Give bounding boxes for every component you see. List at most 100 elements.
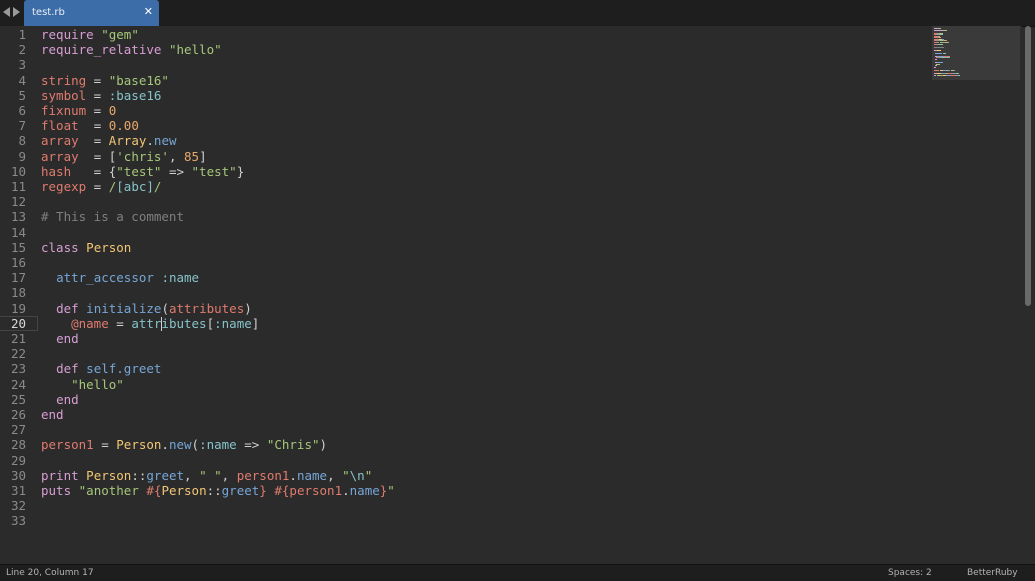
line-number: 27 xyxy=(10,422,26,438)
code-token: attr_accessor xyxy=(56,270,154,286)
close-icon[interactable]: ✕ xyxy=(144,5,153,18)
code-line: print Person::greet, " ", person1.name, … xyxy=(41,468,372,483)
code-token: . xyxy=(289,467,297,483)
line-number: 28 xyxy=(10,437,26,453)
code-line: "hello" xyxy=(41,377,124,392)
code-token: hash xyxy=(41,163,72,179)
code-token: :name xyxy=(199,437,237,453)
line-number: 7 xyxy=(18,118,26,134)
code-token: name xyxy=(296,467,328,483)
code-line: require_relative "hello" xyxy=(41,42,222,57)
code-token: #{ xyxy=(146,483,162,498)
vertical-scrollbar[interactable] xyxy=(1024,26,1034,564)
line-number: 24 xyxy=(10,376,26,392)
minimap-stroke xyxy=(942,43,944,45)
code-token: "Chris" xyxy=(266,437,320,453)
line-number: 30 xyxy=(10,467,26,483)
code-token: greet xyxy=(146,467,185,483)
code-token: . xyxy=(342,483,350,498)
code-token: array xyxy=(41,148,79,164)
minimap-stroke xyxy=(948,41,950,43)
code-token: ] xyxy=(251,315,260,331)
indentation-setting[interactable]: Spaces: 2 xyxy=(888,568,932,578)
code-token: [ xyxy=(206,315,215,331)
code-token: class xyxy=(41,239,79,255)
code-token: " xyxy=(387,483,395,498)
minimap-stroke xyxy=(954,69,956,71)
arrow-left-icon[interactable] xyxy=(3,7,10,17)
code-token: "another xyxy=(78,483,147,498)
line-number: 10 xyxy=(10,163,26,179)
arrow-right-icon[interactable] xyxy=(13,7,20,17)
code-line: puts "another #{Person::greet} #{person1… xyxy=(41,483,395,498)
line-number: 32 xyxy=(10,498,26,514)
code-line: end xyxy=(41,392,79,407)
code-token: self.greet xyxy=(86,361,162,377)
code-token: Array xyxy=(108,133,147,149)
code-token: "hello" xyxy=(168,42,222,58)
line-number: 6 xyxy=(18,103,26,118)
code-line: array = ['chris', 85] xyxy=(41,149,207,164)
line-number: 1 xyxy=(18,27,26,42)
tab-test-rb[interactable]: test.rb ✕ xyxy=(24,0,159,26)
minimap-stroke xyxy=(943,29,948,31)
code-token: "gem" xyxy=(101,27,139,42)
code-line: string = "base16" xyxy=(41,73,169,88)
code-token: :base16 xyxy=(108,87,162,103)
line-number: 8 xyxy=(18,133,26,149)
line-number: 33 xyxy=(10,513,26,529)
code-token: def xyxy=(56,361,79,377)
code-line: symbol = :base16 xyxy=(41,88,161,103)
code-line: hash = {"test" => "test"} xyxy=(41,164,244,179)
minimap-stroke xyxy=(937,49,941,51)
minimap-stroke xyxy=(935,52,943,54)
code-token: new xyxy=(168,437,192,453)
code-area[interactable]: require "gem" require_relative "hello" str… xyxy=(41,26,921,564)
code-token: Person xyxy=(161,483,207,498)
code-token: # This is a comment xyxy=(41,209,184,225)
line-number: 17 xyxy=(10,270,26,286)
line-number: 9 xyxy=(18,148,26,164)
code-token: Person xyxy=(86,467,132,483)
code-token: "base16" xyxy=(108,72,169,88)
code-line: float = 0.00 xyxy=(41,118,139,133)
code-line: person1 = Person.new(:name => "Chris") xyxy=(41,437,327,452)
line-number: 13 xyxy=(10,209,26,225)
cursor-position: Line 20, Column 17 xyxy=(6,568,94,578)
code-token: ( xyxy=(161,300,169,316)
code-token: " xyxy=(364,467,373,483)
code-token: = xyxy=(86,179,109,194)
code-line: end xyxy=(41,407,64,422)
syntax-selector[interactable]: BetterRuby xyxy=(967,568,1018,578)
line-number: 26 xyxy=(10,407,26,422)
code-token: Person xyxy=(116,437,162,453)
code-token: name xyxy=(349,483,380,498)
code-token: } xyxy=(236,163,245,179)
minimap-stroke xyxy=(934,46,945,48)
code-token: require xyxy=(41,27,94,42)
code-token: , xyxy=(327,467,343,483)
code-token: Person xyxy=(86,239,132,255)
code-editor[interactable]: 1 2 3 4 5 6 7 8 9 10 11 12 13 14 15 16 17 18 19 20 21 22 23 24 2… xyxy=(0,26,1031,564)
line-number: 15 xyxy=(10,239,26,255)
code-token: \n xyxy=(349,467,365,483)
scrollbar-thumb[interactable] xyxy=(1025,26,1031,306)
code-token: puts xyxy=(41,483,72,498)
code-line: attr_accessor :name xyxy=(41,270,199,285)
code-line: array = Array.new xyxy=(41,133,177,148)
line-number: 5 xyxy=(18,87,26,103)
code-token: = xyxy=(108,315,132,331)
code-line: @name = attributes[:name] xyxy=(41,316,259,331)
minimap[interactable] xyxy=(932,26,1020,80)
code-line: require "gem" xyxy=(41,27,139,42)
code-token: "hello" xyxy=(71,376,124,392)
code-line: regexp = /[abc]/ xyxy=(41,179,161,194)
code-token: print xyxy=(41,467,79,483)
code-token: = xyxy=(86,72,109,88)
code-token: . xyxy=(161,437,169,453)
code-token: end xyxy=(56,331,79,346)
